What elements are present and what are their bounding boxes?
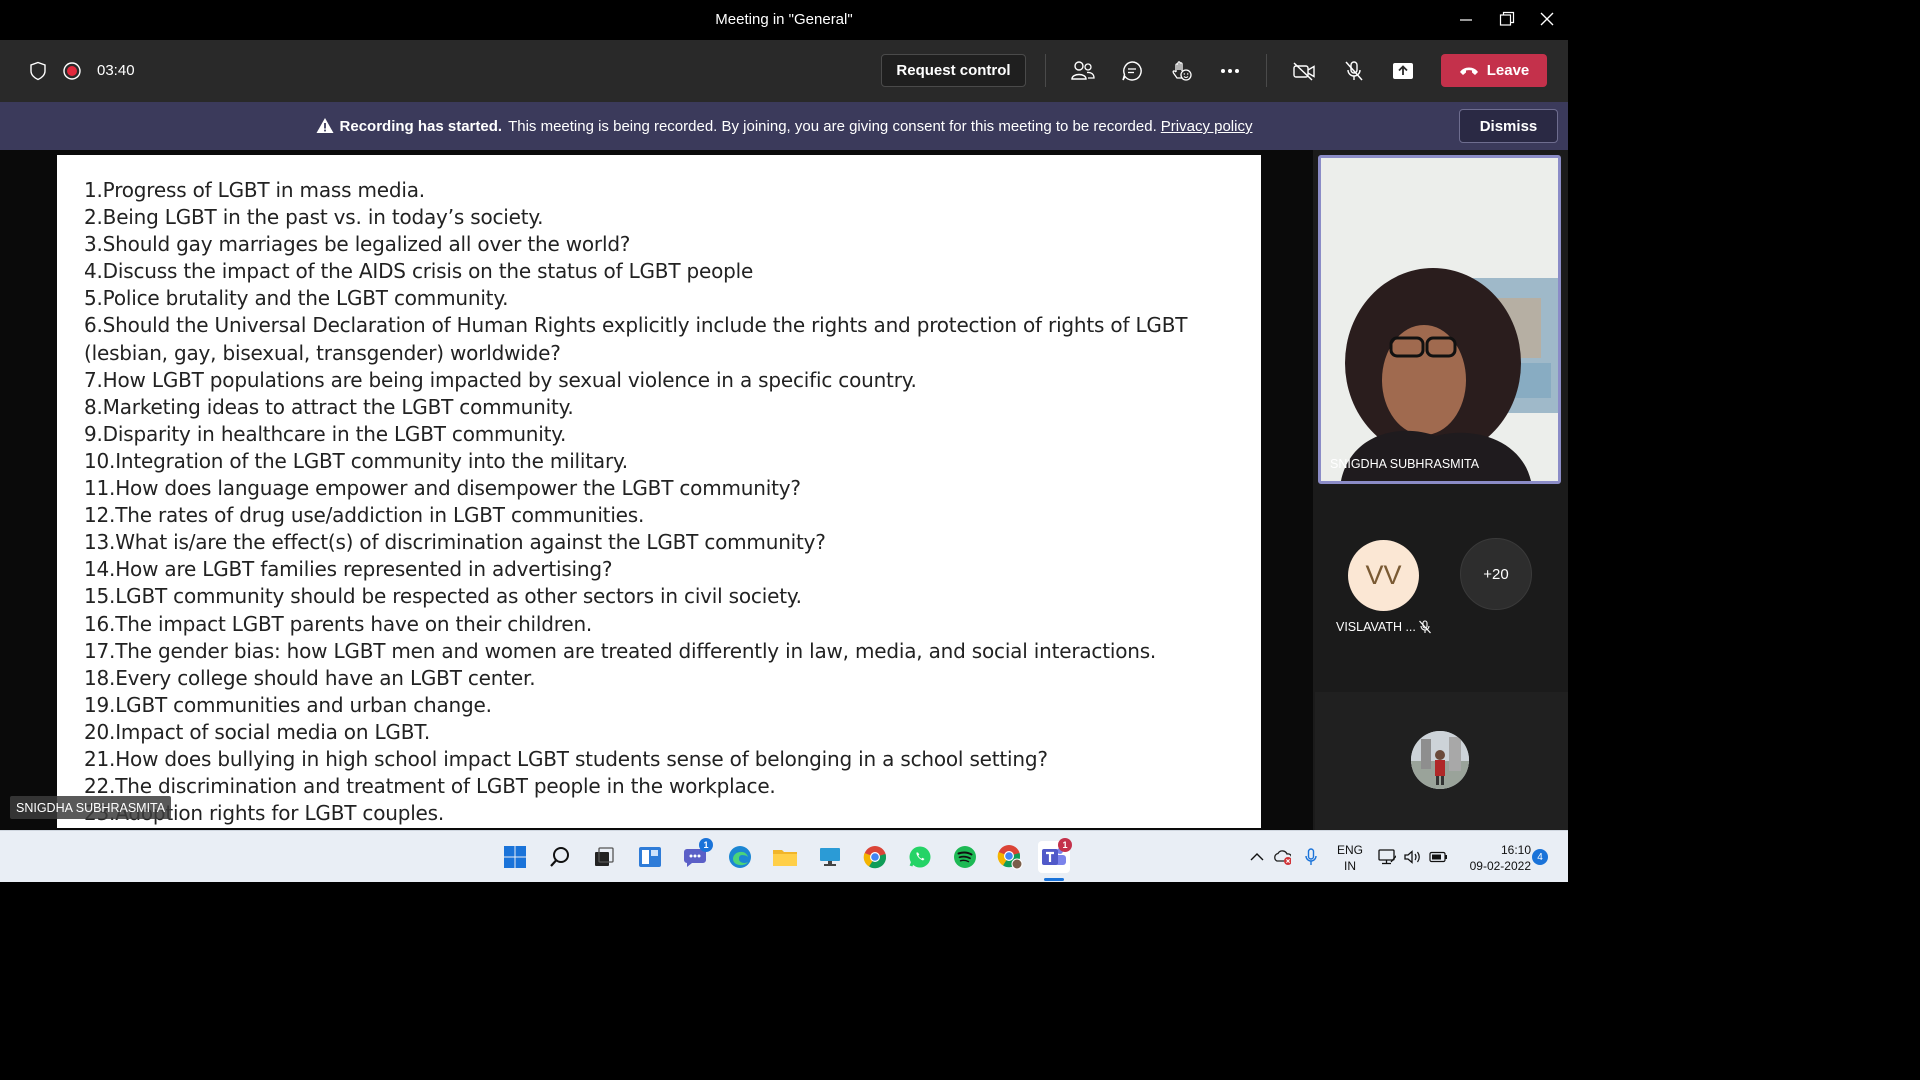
presenter-name-label: SNIGDHA SUBHRASMITA (10, 796, 172, 819)
clock[interactable]: 16:10 09-02-2022 (1455, 842, 1531, 874)
close-icon[interactable] (1535, 8, 1559, 30)
camera-off-icon[interactable] (1292, 59, 1316, 83)
start-icon[interactable] (499, 841, 531, 873)
topic-item: 3.Should gay marriages be legalized all … (84, 232, 631, 257)
warning-icon (316, 117, 334, 138)
language-region: IN (1344, 859, 1356, 873)
meeting-toolbar: 03:40 Request control Leave (0, 40, 1568, 102)
chat-badge: 1 (699, 838, 713, 852)
chevron-up-icon[interactable] (1248, 848, 1266, 866)
topic-item: 6.Should the Universal Declaration of Hu… (84, 313, 1188, 338)
chat-app-icon[interactable]: 1 (679, 838, 713, 873)
whatsapp-icon[interactable] (904, 841, 936, 873)
task-view-icon[interactable] (588, 841, 620, 873)
topic-item: 13.What is/are the effect(s) of discrimi… (84, 530, 826, 555)
participant-tile[interactable] (1315, 692, 1568, 830)
teams-icon[interactable]: 1 (1038, 838, 1072, 873)
speaker-video-tile[interactable]: SNIGDHA SUBHRASMITA (1318, 155, 1561, 484)
topic-item: 16.The impact LGBT parents have on their… (84, 611, 593, 636)
leave-button[interactable]: Leave (1441, 54, 1547, 87)
more-options-icon[interactable] (1218, 59, 1242, 83)
dismiss-button[interactable]: Dismiss (1459, 109, 1558, 143)
search-icon[interactable] (544, 841, 576, 873)
mic-off-icon[interactable] (1342, 59, 1366, 83)
shared-slide: 1.Progress of LGBT in mass media. 2.Being… (57, 155, 1261, 828)
topic-item: 4.Discuss the impact of the AIDS crisis … (84, 259, 754, 284)
topic-item: 23.Adoption rights for LGBT couples. (84, 801, 445, 826)
language-code: ENG (1336, 843, 1363, 857)
participants-icon[interactable] (1071, 59, 1095, 83)
windows-taskbar: 1 1 ENG IN 16:10 09-02-2022 4 (0, 830, 1568, 882)
recording-text: This meeting is being recorded. By joini… (508, 118, 1157, 135)
network-icon[interactable] (1378, 848, 1396, 866)
teams-badge: 1 (1058, 838, 1072, 852)
topic-item: 15.LGBT community should be respected as… (84, 584, 802, 609)
topic-item: 14.How are LGBT families represented in … (84, 557, 613, 582)
notification-badge[interactable]: 4 (1532, 849, 1548, 865)
toolbar-divider (1266, 54, 1267, 87)
remote-desktop-icon[interactable] (814, 841, 846, 873)
recording-title: Recording has started. (339, 118, 503, 135)
speaker-name: SNIGDHA SUBHRASMITA (1330, 457, 1480, 471)
recording-message: Recording has started. This meeting is be… (0, 117, 1568, 138)
topic-item: 21.How does bullying in high school impa… (84, 746, 1048, 771)
spotify-icon[interactable] (949, 841, 981, 873)
share-screen-icon[interactable] (1391, 59, 1415, 83)
topic-item: 1.Progress of LGBT in mass media. (84, 178, 425, 202)
chrome-profile-icon[interactable] (994, 841, 1026, 873)
participants-panel: SNIGDHA SUBHRASMITA VV +20 VISLAVATH ... (1313, 150, 1568, 830)
title-bar: Meeting in "General" (0, 0, 1568, 40)
topic-item: 17.The gender bias: how LGBT men and wom… (84, 638, 1157, 663)
topic-item: 8.Marketing ideas to attract the LGBT co… (84, 394, 574, 419)
topic-item: 18.Every college should have an LGBT cen… (84, 665, 536, 690)
chat-icon[interactable] (1120, 59, 1144, 83)
recording-indicator-icon (60, 59, 84, 83)
topic-item: 20.Impact of social media on LGBT. (84, 719, 431, 744)
privacy-policy-link[interactable]: Privacy policy (1161, 118, 1253, 135)
topic-item: 19.LGBT communities and urban change. (84, 692, 492, 717)
mic-muted-icon (1417, 619, 1433, 635)
clock-time: 16:10 (1500, 843, 1531, 857)
topic-item: 12.The rates of drug use/addiction in LG… (84, 503, 645, 528)
microphone-icon[interactable] (1302, 848, 1320, 866)
minimize-icon[interactable] (1454, 8, 1478, 30)
request-control-button[interactable]: Request control (881, 54, 1026, 87)
leave-button-label: Leave (1486, 62, 1530, 79)
restore-icon[interactable] (1495, 8, 1519, 30)
volume-icon[interactable] (1403, 848, 1421, 866)
topic-item: 9.Disparity in healthcare in the LGBT co… (84, 421, 567, 446)
meeting-stage: 1.Progress of LGBT in mass media. 2.Being… (0, 150, 1568, 830)
clock-date: 09-02-2022 (1469, 859, 1531, 873)
shield-icon[interactable] (26, 59, 50, 83)
topic-item: 7.How LGBT populations are being impacte… (84, 367, 917, 392)
topic-item: 11.How does language empower and disempo… (84, 476, 801, 501)
topic-item: (lesbian, gay, bisexual, transgender) wo… (84, 340, 561, 365)
participant-name-vv: VISLAVATH ... (1336, 620, 1416, 634)
meeting-timer: 03:40 (97, 62, 135, 79)
more-participants-button[interactable]: +20 (1460, 538, 1532, 610)
chrome-icon[interactable] (859, 841, 891, 873)
edge-icon[interactable] (724, 841, 756, 873)
phone-hangup-icon (1459, 67, 1478, 75)
topic-list: 1.Progress of LGBT in mass media. 2.Being… (84, 177, 1244, 827)
speaker-video (1321, 158, 1558, 481)
topic-item: 5.Police brutality and the LGBT communit… (84, 286, 509, 311)
active-app-indicator (1044, 878, 1064, 881)
toolbar-divider (1045, 54, 1046, 87)
participant-avatar-photo (1411, 731, 1469, 789)
topic-item: 2.Being LGBT in the past vs. in today’s … (84, 205, 544, 230)
file-explorer-icon[interactable] (769, 841, 801, 873)
recording-banner: Recording has started. This meeting is be… (0, 102, 1568, 150)
language-indicator[interactable]: ENG IN (1333, 842, 1367, 874)
widgets-icon[interactable] (634, 841, 666, 873)
window-title: Meeting in "General" (715, 11, 853, 28)
topic-item: 22.The discrimination and treatment of L… (84, 774, 776, 799)
topic-item: 10.Integration of the LGBT community int… (84, 448, 628, 473)
onedrive-icon[interactable] (1273, 848, 1291, 866)
reactions-icon[interactable] (1169, 59, 1193, 83)
battery-icon[interactable] (1429, 848, 1447, 866)
participant-avatar-vv[interactable]: VV (1348, 540, 1419, 611)
